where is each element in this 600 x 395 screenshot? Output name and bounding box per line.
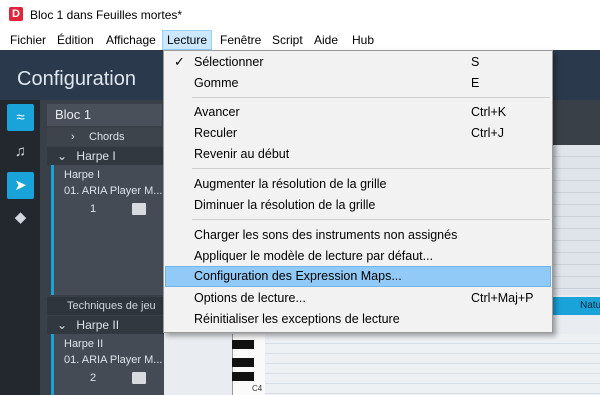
instrument-header-2[interactable]: ⌄ Harpe II [47,316,164,334]
black-key[interactable] [232,340,254,349]
menu-lecture[interactable]: Lecture [162,30,213,50]
window-title: Bloc 1 dans Feuilles mortes* [30,8,183,22]
techniques-track[interactable]: Techniques de jeu [47,297,164,315]
menu-item-avancer[interactable]: Avancer Ctrl+K [165,102,551,123]
chords-track[interactable]: › Chords [47,128,164,146]
track-name-2: Harpe II [64,338,104,350]
black-key[interactable] [232,372,254,381]
instrument-name-2: Harpe II [76,318,120,332]
menu-item-charger-sons[interactable]: Charger les sons des instruments non ass… [165,225,551,246]
menu-script[interactable]: Script [268,30,307,50]
music-note-icon[interactable]: ♫ [7,138,34,165]
menu-item-options-de-lecture[interactable]: Options de lecture... Ctrl+Maj+P [165,288,551,309]
lecture-menu: ✓ Sélectionner S Gomme E Avancer Ctrl+K … [163,50,553,333]
menu-item-gomme[interactable]: Gomme E [165,73,551,94]
menu-item-augmenter-resolution[interactable]: Augmenter la résolution de la grille [165,174,551,195]
channel-select-1[interactable]: 1 [90,203,96,215]
piano-icon[interactable] [132,372,146,384]
menu-separator [192,168,550,169]
eraser-icon[interactable]: ◆ [7,204,34,231]
menu-bar: Fichier Édition Affichage Lecture Fenêtr… [0,30,600,50]
instrument-header-1[interactable]: ⌄ Harpe I [47,147,164,165]
menu-aide[interactable]: Aide [310,30,342,50]
arrow-select-icon[interactable]: ➤ [7,172,34,199]
instrument-track-2: Harpe II 01. ARIA Player M... 2 [51,334,167,395]
instrument-track-1: Harpe I 01. ARIA Player M... 1 [51,165,167,295]
grid-header [550,100,600,145]
checkmark-icon: ✓ [174,54,185,69]
c4-key-label: C4 [252,384,263,393]
menu-affichage[interactable]: Affichage [102,30,160,50]
grid-lanes [550,145,600,295]
title-bar: D Bloc 1 dans Feuilles mortes* [0,0,600,30]
menu-item-reculer[interactable]: Reculer Ctrl+J [165,123,551,144]
menu-separator [192,219,550,220]
chords-label: Chords [89,131,125,143]
black-key[interactable] [232,358,254,367]
channel-select-2[interactable]: 2 [90,372,96,384]
chevron-right-icon: › [71,131,75,143]
waveform-icon[interactable]: ≈ [7,104,34,131]
piano-roll[interactable] [264,334,600,395]
menu-fichier[interactable]: Fichier [6,30,50,50]
track-name-1: Harpe I [64,169,101,181]
menu-item-expression-maps[interactable]: Configuration des Expression Maps... [165,266,551,287]
menu-item-revenir-au-debut[interactable]: Revenir au début [165,144,551,165]
menu-separator [192,97,550,98]
menu-item-diminuer-resolution[interactable]: Diminuer la résolution de la grille [165,195,551,216]
tool-strip: ≈ ♫ ➤ ◆ [0,100,40,395]
piano-icon[interactable] [132,203,146,215]
player-select-2[interactable]: 01. ARIA Player M... [64,354,162,366]
instrument-name-1: Harpe I [76,149,116,163]
chevron-down-icon: ⌄ [57,318,68,332]
chevron-down-icon: ⌄ [57,149,68,163]
menu-hub[interactable]: Hub [348,30,378,50]
block-header[interactable]: Bloc 1 [47,104,162,126]
menu-item-reinitialiser-exceptions[interactable]: Réinitialiser les exceptions de lecture [165,309,551,330]
menu-edition[interactable]: Édition [53,30,98,50]
nature-label: Natu [580,300,600,311]
menu-fenetre[interactable]: Fenêtre [216,30,265,50]
mode-title: Configuration [17,68,136,90]
menu-item-appliquer-modele[interactable]: Appliquer le modèle de lecture par défau… [165,246,551,267]
dorico-app-icon: D [9,7,23,21]
player-select-1[interactable]: 01. ARIA Player M... [64,185,162,197]
menu-item-selectionner[interactable]: ✓ Sélectionner S [165,52,551,73]
